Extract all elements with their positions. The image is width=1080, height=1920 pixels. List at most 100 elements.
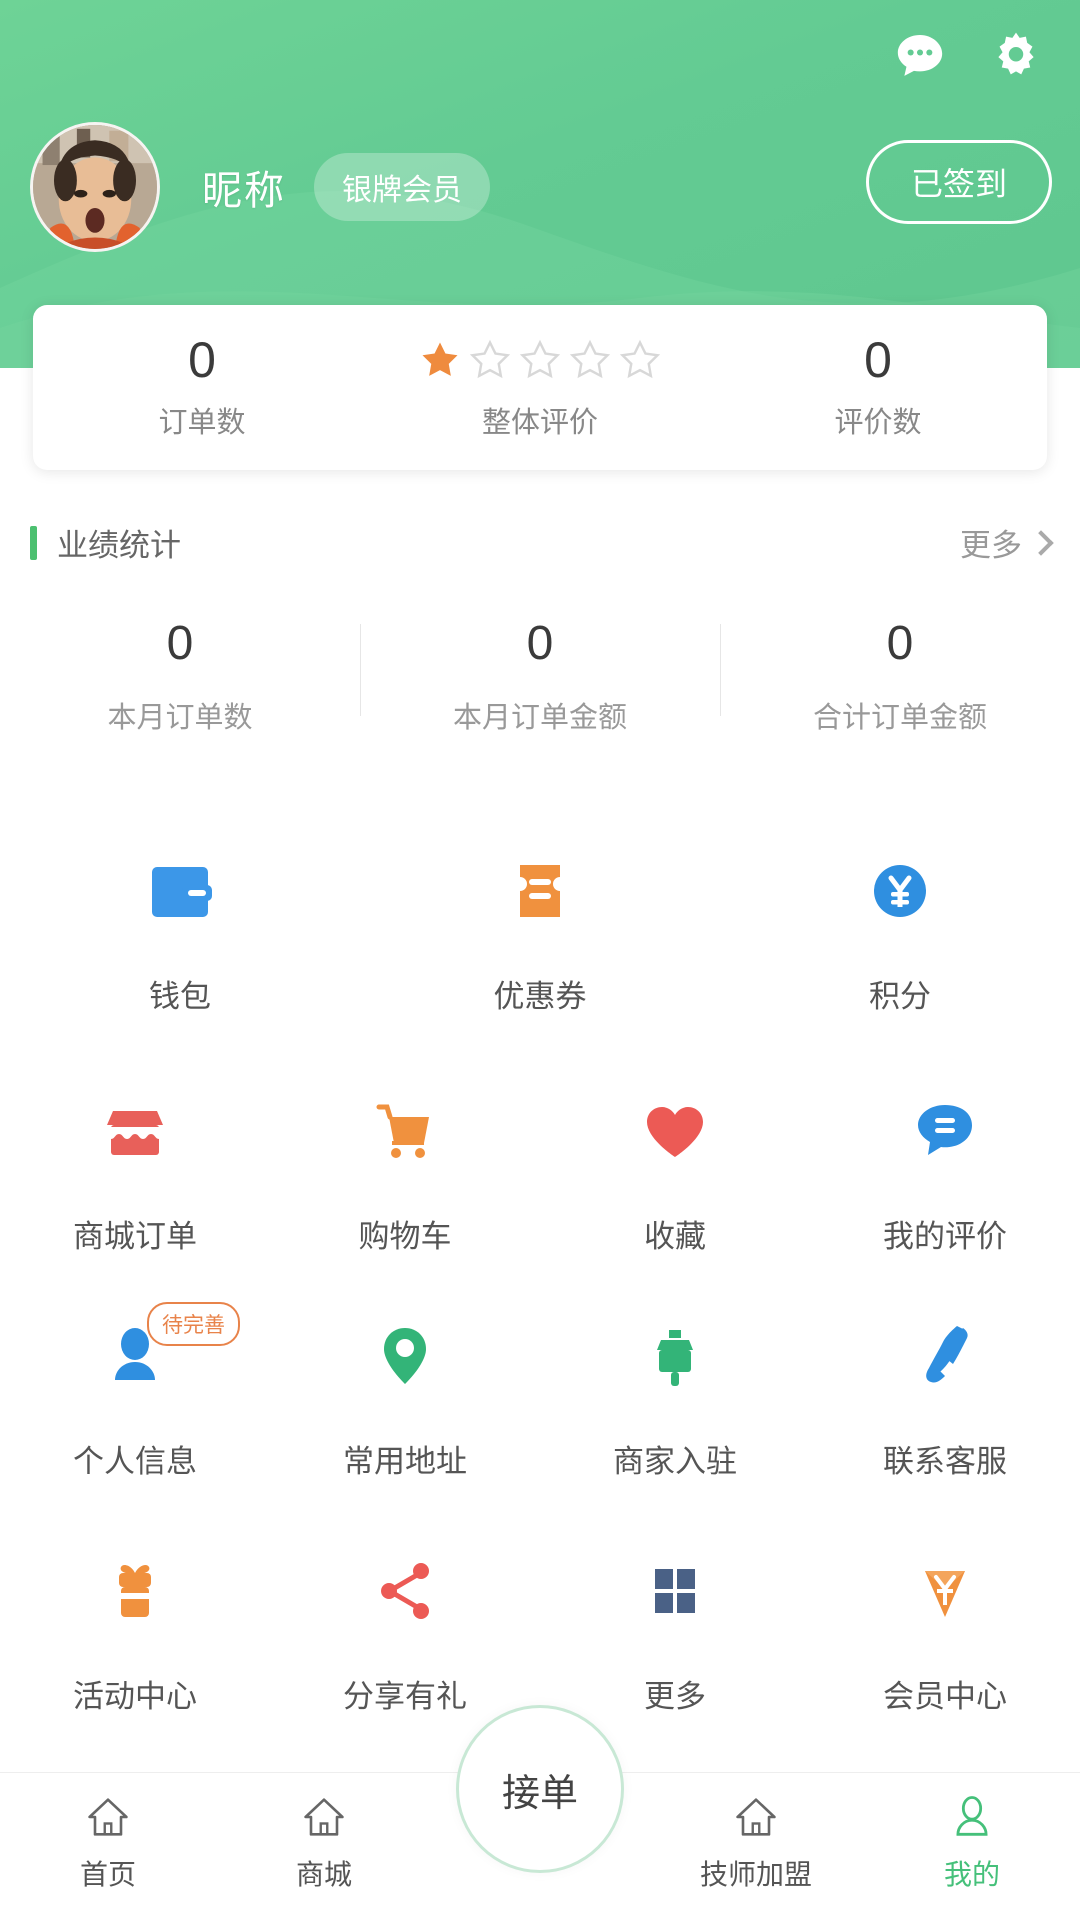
grid-item-label: 会员中心	[883, 1679, 1007, 1714]
avatar[interactable]	[30, 122, 160, 252]
grid-row-4: 活动中心 分享有礼 更多 会员中心	[0, 1545, 1080, 1716]
home-icon	[736, 1798, 776, 1836]
perf-value: 0	[166, 617, 194, 670]
grid-item-label: 联系客服	[883, 1444, 1007, 1479]
grid-item-label: 商城订单	[73, 1219, 197, 1254]
grid-item-share[interactable]: 分享有礼	[270, 1545, 540, 1716]
member-badge[interactable]: 银牌会员	[314, 153, 490, 221]
user-icon	[956, 1796, 988, 1836]
grid-item-label: 个人信息	[73, 1444, 197, 1479]
grid-item-cart[interactable]: 购物车	[270, 1085, 540, 1256]
performance-header: 业绩统计 更多	[0, 520, 1080, 565]
grid-item-address[interactable]: 常用地址	[270, 1310, 540, 1481]
grid-item-wallet[interactable]: 钱包	[0, 845, 360, 1016]
nav-item-technician-join[interactable]: 技师加盟	[648, 1773, 864, 1893]
stats-card: 0 订单数 整体评价 0 评价数	[33, 305, 1047, 470]
merchant-icon	[629, 1310, 721, 1402]
nav-label: 首页	[79, 1859, 136, 1890]
grid-item-label: 活动中心	[73, 1679, 197, 1714]
star-empty-icon	[569, 339, 611, 378]
grid-item-label: 常用地址	[343, 1444, 467, 1479]
heart-icon	[629, 1085, 721, 1177]
perf-month-amount[interactable]: 0 本月订单金额	[360, 620, 720, 736]
grid-item-activity-center[interactable]: 活动中心	[0, 1545, 270, 1716]
star-empty-icon	[469, 339, 511, 378]
grid-item-my-reviews[interactable]: 我的评价	[810, 1085, 1080, 1256]
grid-item-shop-order[interactable]: 商城订单	[0, 1085, 270, 1256]
grid-item-label: 我的评价	[883, 1219, 1007, 1254]
section-accent-bar	[30, 525, 37, 560]
star-empty-icon	[619, 339, 661, 378]
pending-badge: 待完善	[147, 1302, 240, 1346]
stat-value: 0	[188, 331, 216, 388]
signin-button[interactable]: 已签到	[865, 140, 1052, 224]
grid-icon	[629, 1545, 721, 1637]
grid-item-points[interactable]: 积分	[720, 845, 1080, 1016]
message-icon[interactable]	[892, 28, 948, 84]
bottom-navigation: 首页 商城 接单 技师加盟 我的	[0, 1705, 1080, 1920]
rating-stars	[419, 335, 661, 385]
header-action-icons	[892, 28, 1044, 84]
grid-item-personal-info[interactable]: 待完善 个人信息	[0, 1302, 270, 1481]
nav-label: 技师加盟	[699, 1859, 812, 1890]
stat-reviews[interactable]: 0 评价数	[709, 335, 1047, 441]
performance-more-link[interactable]: 更多	[960, 520, 1054, 565]
settings-icon[interactable]	[988, 28, 1044, 84]
stat-orders[interactable]: 0 订单数	[33, 335, 371, 441]
star-empty-icon	[519, 339, 561, 378]
comment-icon	[899, 1085, 991, 1177]
perf-label: 本月订单数	[107, 702, 253, 734]
more-label: 更多	[960, 528, 1022, 563]
shopping-cart-icon	[359, 1085, 451, 1177]
perf-label: 本月订单金额	[452, 702, 627, 734]
perf-total-amount[interactable]: 0 合计订单金额	[720, 620, 1080, 736]
home-icon	[88, 1798, 128, 1836]
grid-item-label: 优惠券	[493, 979, 587, 1014]
performance-title: 业绩统计	[57, 528, 181, 563]
nav-label: 我的	[943, 1859, 1000, 1890]
grid-row-2: 商城订单 购物车 收藏 我的评价	[0, 1085, 1080, 1256]
grid-item-label: 购物车	[358, 1219, 452, 1254]
stat-label: 评价数	[834, 406, 922, 439]
stat-value: 0	[864, 331, 892, 388]
person-icon: 待完善	[89, 1302, 240, 1402]
coupon-icon	[494, 845, 586, 937]
avatar-image	[33, 125, 157, 249]
chevron-right-icon	[1028, 529, 1054, 556]
wallet-icon	[134, 845, 226, 937]
perf-label: 合计订单金额	[812, 702, 987, 734]
perf-month-orders[interactable]: 0 本月订单数	[0, 620, 360, 736]
stat-label: 整体评价	[481, 406, 598, 439]
grid-item-merchant[interactable]: 商家入驻	[540, 1310, 810, 1481]
points-icon	[854, 845, 946, 937]
performance-stats-row: 0 本月订单数 0 本月订单金额 0 合计订单金额	[0, 620, 1080, 736]
grid-item-more[interactable]: 更多	[540, 1545, 810, 1716]
nav-item-home[interactable]: 首页	[0, 1773, 216, 1893]
share-icon	[359, 1545, 451, 1637]
nav-item-mall[interactable]: 商城	[216, 1773, 432, 1893]
home-icon	[304, 1798, 344, 1836]
stat-rating[interactable]: 整体评价	[371, 335, 709, 441]
perf-value: 0	[526, 617, 554, 670]
grid-item-label: 更多	[644, 1679, 706, 1714]
star-filled-icon	[422, 342, 458, 376]
accept-order-button[interactable]: 接单	[456, 1705, 624, 1873]
profile-page: 昵称 银牌会员 已签到 0 订单数 整体评价 0 评价数 业绩统计 更多 0 本…	[0, 0, 1080, 1920]
grid-item-coupon[interactable]: 优惠券	[360, 845, 720, 1016]
nav-label: 商城	[295, 1859, 352, 1890]
nav-item-mine[interactable]: 我的	[864, 1773, 1080, 1893]
grid-item-label: 收藏	[644, 1219, 706, 1254]
grid-item-label: 钱包	[149, 979, 211, 1014]
grid-row-1: 钱包 优惠券 积分	[0, 845, 1080, 1016]
grid-item-contact-support[interactable]: 联系客服	[810, 1310, 1080, 1481]
shop-order-icon	[89, 1085, 181, 1177]
vip-diamond-icon	[899, 1545, 991, 1637]
phone-icon	[899, 1310, 991, 1402]
grid-row-3: 待完善 个人信息 常用地址 商家入驻 联系客服	[0, 1302, 1080, 1481]
grid-item-label: 积分	[869, 979, 931, 1014]
nickname: 昵称	[202, 169, 286, 213]
grid-item-favorites[interactable]: 收藏	[540, 1085, 810, 1256]
grid-item-member-center[interactable]: 会员中心	[810, 1545, 1080, 1716]
grid-item-label: 分享有礼	[343, 1679, 467, 1714]
perf-value: 0	[886, 617, 914, 670]
